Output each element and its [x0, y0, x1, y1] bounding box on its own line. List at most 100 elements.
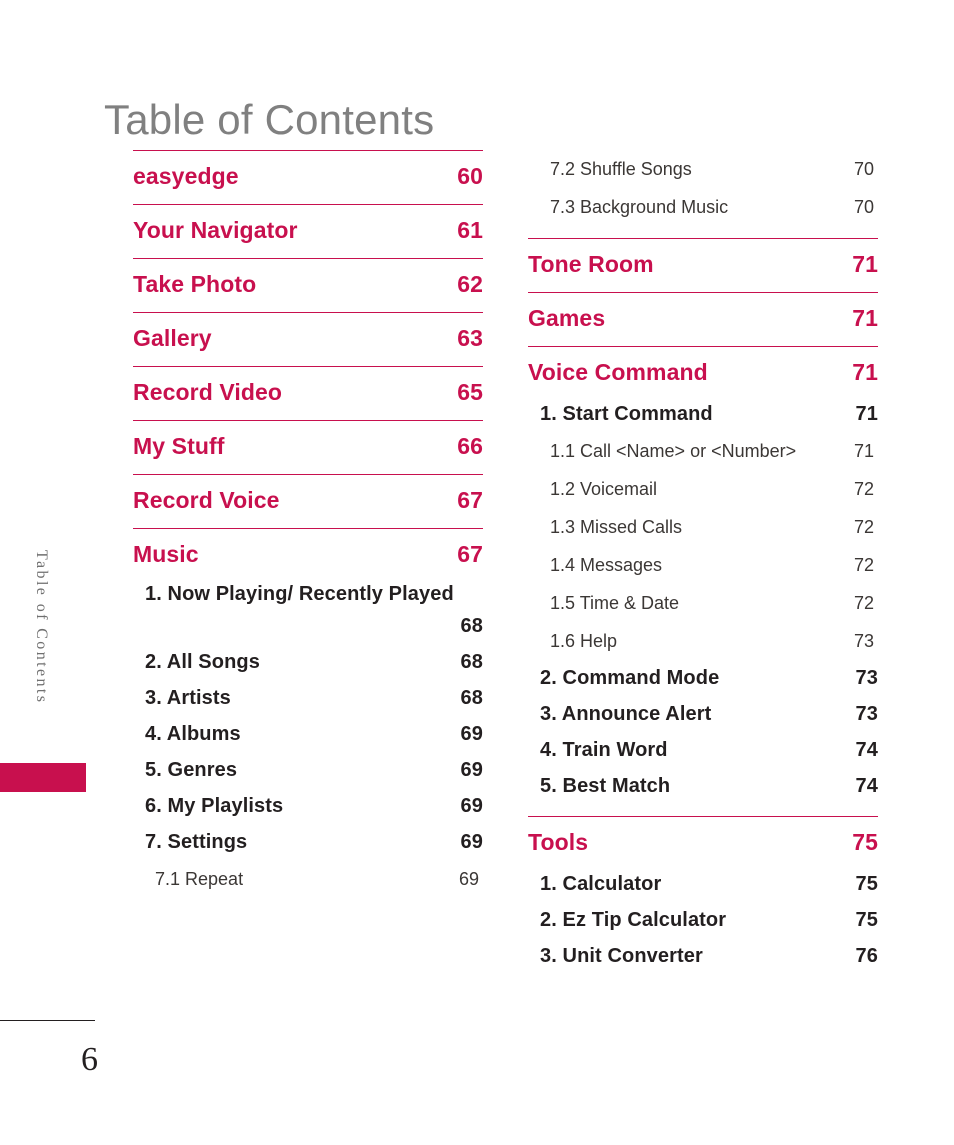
toc-entry-page-number: 60 [457, 163, 483, 189]
toc-entry-page-number: 68 [460, 687, 483, 709]
toc-entry-label: easyedge [133, 163, 239, 189]
toc-entry-label: Music [133, 541, 199, 567]
side-tab-label: Table of Contents [33, 550, 50, 705]
toc-entry-label: 1.5 Time & Date [550, 593, 680, 613]
toc-entry-level2[interactable]: 3. Announce Alert 73 [528, 696, 878, 732]
toc-entry-label: Your Navigator [133, 217, 298, 243]
toc-entry-label: 4. Train Word [540, 739, 668, 761]
toc-entry-page-number: 73 [855, 667, 878, 689]
toc-entry-page-number: 72 [853, 479, 874, 499]
toc-entry-label: 1.2 Voicemail [550, 479, 658, 499]
toc-entry-label: My Stuff [133, 433, 225, 459]
toc-entry-level2[interactable]: 1. Now Playing/ Recently Played 68 [133, 578, 483, 644]
toc-entry-label: Voice Command [528, 359, 708, 385]
toc-entry-page-number: 75 [855, 909, 878, 931]
toc-entry-page-number: 74 [855, 739, 878, 761]
toc-entry-level1[interactable]: Music 67 [133, 528, 483, 582]
toc-entry-label: Gallery [133, 325, 212, 351]
toc-entry-level2[interactable]: 6. My Playlists 69 [133, 788, 483, 824]
toc-entry-page-number: 73 [853, 631, 874, 651]
toc-entry-label: 7.3 Background Music [550, 197, 729, 217]
toc-entry-level2[interactable]: 3. Artists 68 [133, 680, 483, 716]
toc-entry-page-number: 71 [852, 305, 878, 331]
toc-entry-label: 7. Settings [145, 831, 248, 853]
toc-entry-page-number: 68 [460, 651, 483, 673]
toc-entry-label: 2. All Songs [145, 651, 260, 673]
toc-entry-page-number: 65 [457, 379, 483, 405]
toc-entry-page-number: 71 [852, 359, 878, 385]
toc-entry-label: 4. Albums [145, 723, 241, 745]
toc-entry-label: 1. Start Command [540, 403, 713, 425]
toc-entry-level3[interactable]: 1.2 Voicemail 72 [528, 470, 878, 508]
toc-entry-page-number: 71 [852, 251, 878, 277]
toc-entry-level2[interactable]: 4. Train Word 74 [528, 732, 878, 768]
toc-entry-level3[interactable]: 7.3 Background Music 70 [528, 188, 878, 226]
toc-entry-level3[interactable]: 1.3 Missed Calls 72 [528, 508, 878, 546]
toc-entry-level2[interactable]: 7. Settings 69 [133, 824, 483, 860]
toc-entry-page-number: 69 [458, 869, 479, 889]
toc-entry-label: Record Voice [133, 487, 280, 513]
toc-entry-level2[interactable]: 1. Start Command 71 [528, 396, 878, 432]
toc-entry-page-number: 67 [457, 541, 483, 567]
toc-entry-level3[interactable]: 1.4 Messages 72 [528, 546, 878, 584]
toc-entry-level2[interactable]: 5. Best Match 74 [528, 768, 878, 804]
toc-entry-page-number: 70 [853, 159, 874, 179]
toc-entry-label: 3. Announce Alert [540, 703, 712, 725]
toc-entry-level1[interactable]: Voice Command 71 [528, 346, 878, 400]
toc-entry-label: Games [528, 305, 606, 331]
toc-entry-label: Tools [528, 829, 589, 855]
toc-entry-page-number: 70 [853, 197, 874, 217]
toc-entry-level1[interactable]: Gallery 63 [133, 312, 483, 366]
toc-entry-level2[interactable]: 2. Command Mode 73 [528, 660, 878, 696]
toc-entry-label: 1.3 Missed Calls [550, 517, 683, 537]
toc-entry-page-number: 71 [855, 403, 878, 425]
toc-entry-level3[interactable]: 1.5 Time & Date 72 [528, 584, 878, 622]
toc-entry-level2[interactable]: 4. Albums 69 [133, 716, 483, 752]
toc-entry-label: 6. My Playlists [145, 795, 284, 817]
toc-entry-page-number: 72 [853, 555, 874, 575]
toc-entry-level1[interactable]: Tone Room 71 [528, 238, 878, 292]
toc-entry-page-number: 72 [853, 517, 874, 537]
toc-entry-level3[interactable]: 7.2 Shuffle Songs 70 [528, 150, 878, 188]
toc-entry-page-number: 72 [853, 593, 874, 613]
toc-entry-page-number: 61 [457, 217, 483, 243]
toc-entry-page-number: 71 [853, 441, 874, 461]
toc-entry-level2[interactable]: 5. Genres 69 [133, 752, 483, 788]
toc-entry-level1[interactable]: easyedge 60 [133, 150, 483, 204]
toc-entry-level1[interactable]: Record Video 65 [133, 366, 483, 420]
toc-entry-level1[interactable]: Games 71 [528, 292, 878, 346]
footer-page-number: 6 [81, 1041, 98, 1078]
toc-column-right: 7.2 Shuffle Songs 70 7.3 Background Music 7… [528, 150, 878, 974]
toc-entry-page-number: 67 [457, 487, 483, 513]
toc-entry-level1[interactable]: My Stuff 66 [133, 420, 483, 474]
toc-entry-label: 3. Unit Converter [540, 945, 703, 967]
toc-entry-level3[interactable]: 7.1 Repeat 69 [133, 860, 483, 898]
toc-entry-label: 5. Genres [145, 759, 238, 781]
toc-entry-label: 1.6 Help [550, 631, 618, 651]
toc-entry-label: 3. Artists [145, 687, 231, 709]
toc-entry-page-number: 69 [460, 795, 483, 817]
toc-entry-label: Tone Room [528, 251, 654, 277]
toc-column-left: easyedge 60 Your Navigator 61 Take Photo 62 Ga… [133, 150, 483, 898]
toc-entry-level1[interactable]: Record Voice 67 [133, 474, 483, 528]
toc-entry-level2[interactable]: 2. Ez Tip Calculator 75 [528, 902, 878, 938]
toc-entry-label: 5. Best Match [540, 775, 671, 797]
toc-entry-level1[interactable]: Your Navigator 61 [133, 204, 483, 258]
toc-entry-level2[interactable]: 2. All Songs 68 [133, 644, 483, 680]
toc-entry-page-number: 75 [855, 873, 878, 895]
toc-entry-level3[interactable]: 1.1 Call <Name> or <Number> 71 [528, 432, 878, 470]
toc-entry-label: 7.2 Shuffle Songs [550, 159, 692, 179]
toc-entry-page-number: 76 [855, 945, 878, 967]
toc-entry-level3[interactable]: 1.6 Help 73 [528, 622, 878, 660]
toc-entry-level2[interactable]: 1. Calculator 75 [528, 866, 878, 902]
footer-rule [0, 1020, 95, 1021]
toc-entry-level2[interactable]: 3. Unit Converter 76 [528, 938, 878, 974]
toc-entry-page-number: 62 [457, 271, 483, 297]
toc-entry-page-number: 74 [855, 775, 878, 797]
toc-entry-label: 1.4 Messages [550, 555, 663, 575]
toc-entry-label: Record Video [133, 379, 283, 405]
toc-entry-label: 7.1 Repeat [155, 869, 244, 889]
toc-entry-page-number: 63 [457, 325, 483, 351]
toc-entry-level1[interactable]: Tools 75 [528, 816, 878, 870]
toc-entry-level1[interactable]: Take Photo 62 [133, 258, 483, 312]
